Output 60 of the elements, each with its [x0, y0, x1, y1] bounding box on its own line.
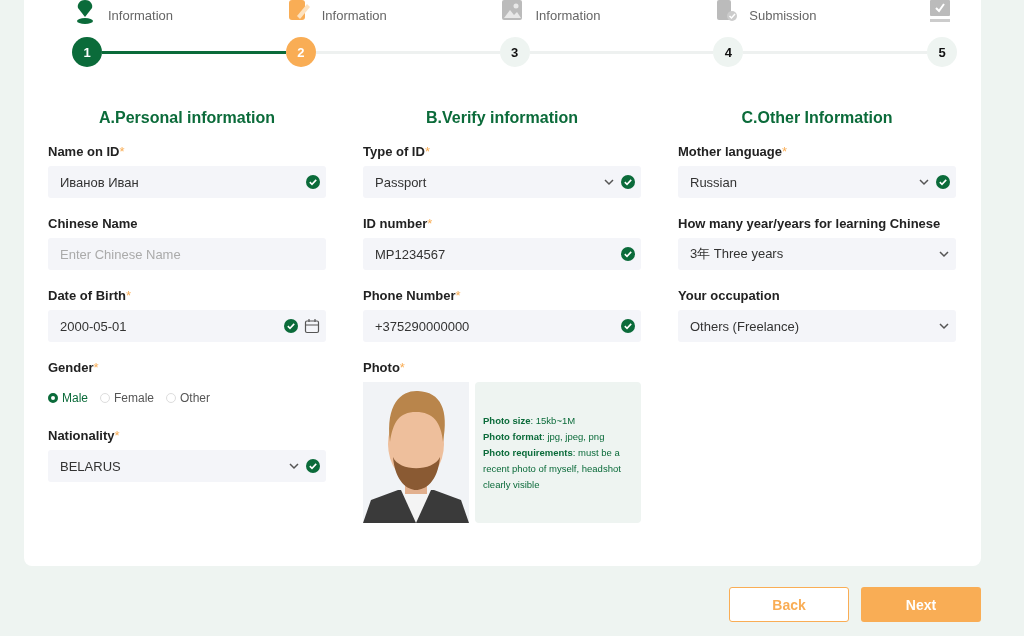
check-circle-icon — [621, 319, 635, 333]
select-field[interactable]: BELARUS — [48, 450, 326, 482]
section-heading: A.Personal information — [98, 109, 276, 127]
check-circle-icon — [306, 459, 320, 473]
section-heading: B.Verify information — [425, 109, 579, 127]
chevron-down-icon — [938, 320, 950, 332]
select-field[interactable]: Passport — [363, 166, 641, 198]
check-circle-icon — [621, 175, 635, 189]
field-label: Gender — [48, 360, 94, 375]
field-label: Phone Number — [363, 288, 456, 303]
required-mark: * — [399, 360, 405, 375]
chevron-down-icon — [603, 176, 615, 188]
check-circle-icon — [936, 175, 950, 189]
field-label: Nationality — [48, 428, 115, 443]
field-label: How many year/years for learning Chinese — [678, 216, 941, 231]
required-mark: * — [427, 216, 433, 231]
required-mark: * — [424, 144, 430, 159]
photo-requirement: Photo format: jpg, jpeg, png — [483, 429, 606, 444]
required-mark: * — [782, 144, 788, 159]
required-mark: * — [455, 288, 461, 303]
field-label: Mother language — [678, 144, 782, 159]
field-label: Your occupation — [678, 288, 780, 303]
step-number[interactable]: 4 — [713, 37, 744, 67]
step-number[interactable]: 1 — [72, 37, 102, 67]
radio-option[interactable]: Male — [48, 391, 88, 405]
required-mark: * — [93, 360, 99, 375]
step-label: Information — [321, 8, 387, 24]
input-field[interactable]: Иванов Иван — [48, 166, 326, 198]
check-circle-icon — [306, 175, 320, 189]
chevron-down-icon — [938, 248, 950, 260]
required-mark: * — [119, 144, 125, 159]
step-label: Submission — [749, 8, 817, 24]
input-field[interactable]: MP1234567 — [363, 238, 641, 270]
select-field[interactable]: 3年 Three years — [678, 238, 956, 270]
section-heading: C.Other Information — [740, 109, 894, 127]
select-field[interactable]: Russian — [678, 166, 956, 198]
field-label: Photo — [363, 360, 400, 375]
select-field[interactable]: Others (Freelance) — [678, 310, 956, 342]
date-field[interactable]: 2000-05-01 — [48, 310, 326, 342]
field-label: ID number — [363, 216, 428, 231]
step-number[interactable]: 3 — [499, 37, 530, 67]
required-mark: * — [114, 428, 120, 443]
field-label: Name on ID — [48, 144, 120, 159]
radio-option[interactable]: Other — [166, 391, 211, 405]
radio-option[interactable]: Female — [100, 391, 155, 405]
check-circle-icon — [621, 247, 635, 261]
step-label: Information — [535, 8, 601, 24]
chevron-down-icon — [918, 176, 930, 188]
chevron-down-icon — [288, 460, 300, 472]
step-label: Information — [108, 8, 174, 24]
required-mark: * — [126, 288, 132, 303]
field-label: Chinese Name — [48, 216, 138, 231]
calendar-icon[interactable] — [304, 318, 320, 334]
step-number[interactable]: 5 — [927, 37, 957, 67]
photo-requirement: Photo requirements: must be a recent photo of myself, headshot clearly visible — [483, 445, 622, 492]
field-label: Date of Birth — [48, 288, 126, 303]
check-circle-icon — [284, 319, 298, 333]
input-field[interactable]: +375290000000 — [363, 310, 641, 342]
photo-requirement: Photo size: 15kb~1M — [483, 413, 577, 428]
field-label: Type of ID — [363, 144, 425, 159]
